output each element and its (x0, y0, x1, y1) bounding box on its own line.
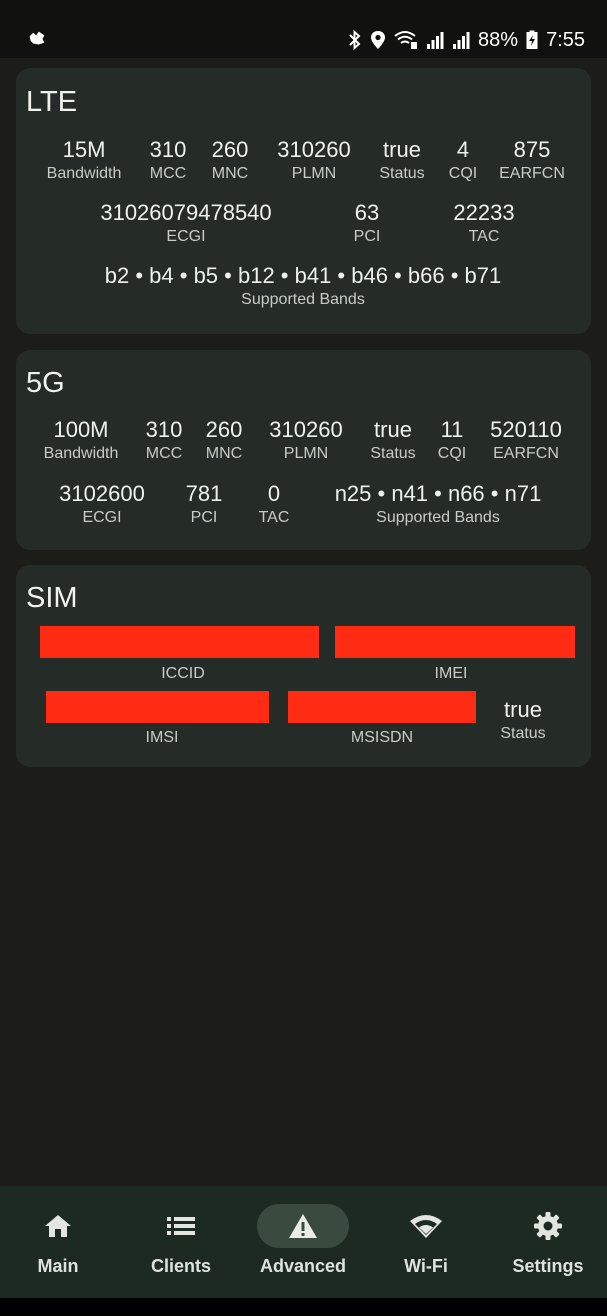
battery-percent: 88% (478, 28, 519, 51)
5g-cqi: 11 CQI (437, 417, 467, 462)
lte-status: true Status (379, 137, 425, 182)
imei-label: IMEI (434, 665, 468, 682)
app-icon (29, 31, 45, 45)
5g-tac: 0 TAC (258, 481, 290, 526)
nav-wifi[interactable]: Wi-Fi (371, 1186, 481, 1298)
5g-supported-bands: n25 • n41 • n66 • n71 Supported Bands (334, 481, 542, 526)
5g-plmn: 310260 PLMN (269, 417, 343, 462)
nav-advanced[interactable]: Advanced (248, 1186, 358, 1298)
lte-title: LTE (26, 86, 78, 118)
warning-icon (289, 1214, 317, 1238)
bottom-navigation: Main Clients Advanced Wi-Fi Settings (0, 1186, 607, 1298)
iccid-label: ICCID (161, 665, 205, 682)
5g-title: 5G (26, 367, 65, 399)
lte-cqi: 4 CQI (448, 137, 478, 182)
msisdn-redacted (288, 691, 476, 723)
5g-earfcn: 520110 EARFCN (490, 417, 562, 462)
5g-status: true Status (370, 417, 416, 462)
lte-ecgi: 31026079478540 ECGI (100, 200, 272, 245)
5g-card: 5G 100M Bandwidth 310 MCC 260 MNC 310260… (16, 350, 591, 550)
lte-mnc: 260 MNC (211, 137, 249, 182)
clock: 7:55 (546, 28, 585, 51)
nav-wifi-label: Wi-Fi (404, 1256, 448, 1276)
nav-settings-label: Settings (512, 1256, 584, 1276)
5g-bandwidth: 100M Bandwidth (43, 417, 119, 462)
sim-status: true Status (500, 697, 546, 742)
status-bar: 88% 7:55 (0, 0, 607, 58)
bluetooth-icon (349, 30, 361, 50)
lte-plmn: 310260 PLMN (277, 137, 351, 182)
nav-main-label: Main (37, 1256, 79, 1276)
lte-mcc: 310 MCC (149, 137, 187, 182)
app-screen: 88% 7:55 LTE 15M Bandwidth 310 MCC 260 M… (0, 0, 607, 1316)
imsi-label: IMSI (145, 729, 179, 746)
nav-main[interactable]: Main (3, 1186, 113, 1298)
list-icon (167, 1217, 195, 1235)
gear-icon (534, 1212, 562, 1240)
5g-pci: 781 PCI (185, 481, 223, 526)
nav-clients-label: Clients (150, 1256, 211, 1276)
lte-tac: 22233 TAC (453, 200, 515, 245)
msisdn-label: MSISDN (350, 729, 414, 746)
system-bottom-bar (0, 1298, 607, 1316)
5g-mcc: 310 MCC (145, 417, 183, 462)
5g-mnc: 260 MNC (205, 417, 243, 462)
nav-settings[interactable]: Settings (493, 1186, 603, 1298)
status-icons: 88% 7:55 (348, 28, 585, 52)
wifi-calling-icon (394, 31, 418, 49)
signal-icon (453, 32, 470, 49)
signal-icon (427, 32, 444, 49)
5g-ecgi: 3102600 ECGI (59, 481, 145, 526)
lte-bandwidth: 15M Bandwidth (46, 137, 122, 182)
home-icon (45, 1215, 71, 1237)
location-icon (371, 31, 386, 49)
imsi-redacted (46, 691, 269, 723)
battery-charging-icon (526, 30, 538, 49)
lte-supported-bands: b2 • b4 • b5 • b12 • b41 • b46 • b66 • b… (104, 263, 502, 308)
sim-card: SIM ICCID IMEI IMSI MSISDN true Status (16, 565, 591, 767)
sim-title: SIM (26, 582, 78, 614)
lte-card: LTE 15M Bandwidth 310 MCC 260 MNC 310260… (16, 68, 591, 334)
lte-earfcn: 875 EARFCN (499, 137, 565, 182)
nav-advanced-label: Advanced (259, 1256, 347, 1276)
wifi-icon (410, 1215, 442, 1238)
lte-pci: 63 PCI (353, 200, 381, 245)
iccid-redacted (40, 626, 319, 658)
imei-redacted (335, 626, 575, 658)
nav-clients[interactable]: Clients (126, 1186, 236, 1298)
